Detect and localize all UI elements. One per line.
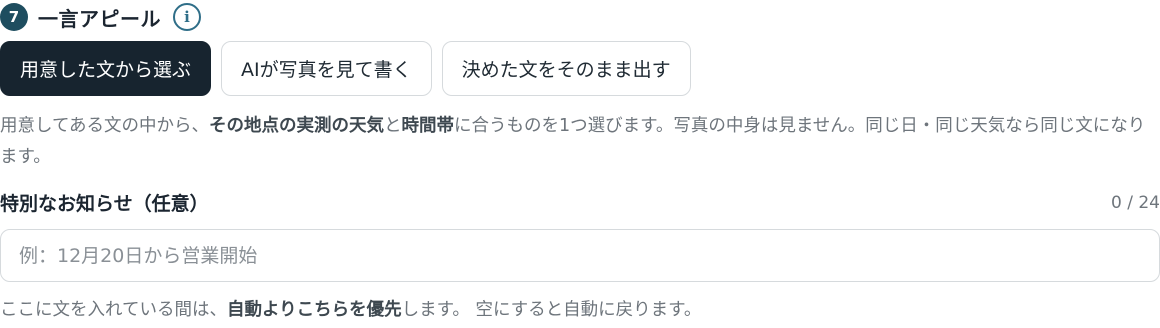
- notice-hint: ここに文を入れている間は、自動よりこちらを優先します。 空にすると自動に戻ります…: [0, 300, 702, 320]
- section-header: 7 一言アピール i: [0, 2, 201, 32]
- character-counter: 0 / 24: [1111, 193, 1160, 213]
- section-title: 一言アピール: [38, 6, 161, 31]
- special-notice-input[interactable]: [0, 229, 1160, 282]
- mode-fixed-text-button[interactable]: 決めた文をそのまま出す: [441, 41, 691, 96]
- mode-selector: 用意した文から選ぶ AIが写真を見て書く 決めた文をそのまま出す: [0, 41, 691, 96]
- mode-ai-write-button[interactable]: AIが写真を見て書く: [221, 41, 432, 96]
- info-icon[interactable]: i: [173, 3, 201, 31]
- step-number-badge: 7: [0, 3, 28, 31]
- mode-select-from-prepared-button[interactable]: 用意した文から選ぶ: [0, 41, 212, 96]
- notice-field-label: 特別なお知らせ（任意）: [0, 193, 209, 215]
- appeal-settings-panel: 7 一言アピール i 用意した文から選ぶ AIが写真を見て書く 決めた文をそのま…: [0, 0, 1160, 328]
- mode-description: 用意してある文の中から、その地点の実測の天気と時間帯に合うものを1つ選びます。写…: [0, 116, 1146, 167]
